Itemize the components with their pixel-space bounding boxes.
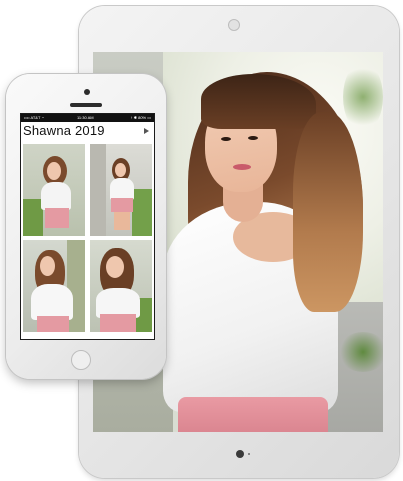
phone-speaker-icon xyxy=(70,103,102,107)
tablet-home-button-icon[interactable] xyxy=(236,450,244,458)
phone-home-button-icon[interactable] xyxy=(71,350,91,370)
photo-lips xyxy=(233,164,251,170)
phone-screen: •••• AT&T ◔ 11:30 AM ↑ ✱ 80% ▭ Shawna 20… xyxy=(20,113,155,340)
photo-eye xyxy=(248,136,258,140)
thumbnail-photo[interactable] xyxy=(90,144,152,236)
phone-camera-icon xyxy=(84,89,90,95)
tablet-camera-icon xyxy=(228,19,240,31)
play-icon[interactable] xyxy=(144,128,149,134)
album-header: Shawna 2019 xyxy=(21,122,154,140)
status-carrier: •••• AT&T ◔ xyxy=(24,115,44,120)
status-time: 11:30 AM xyxy=(77,115,94,120)
thumbnail-photo[interactable] xyxy=(23,240,85,332)
thumbnail-photo[interactable] xyxy=(90,240,152,332)
photo-foliage xyxy=(343,62,383,132)
photo-hair xyxy=(293,112,363,312)
photo-eye xyxy=(221,137,231,141)
status-battery: ↑ ✱ 80% ▭ xyxy=(130,115,151,120)
photo-foliage xyxy=(338,332,383,372)
status-bar: •••• AT&T ◔ 11:30 AM ↑ ✱ 80% ▭ xyxy=(21,114,154,122)
photo-pink-pants xyxy=(178,397,328,432)
thumbnail-grid xyxy=(23,144,152,334)
tablet-sensor-dot xyxy=(248,453,250,455)
thumbnail-photo[interactable] xyxy=(23,144,85,236)
album-title: Shawna 2019 xyxy=(23,123,105,138)
